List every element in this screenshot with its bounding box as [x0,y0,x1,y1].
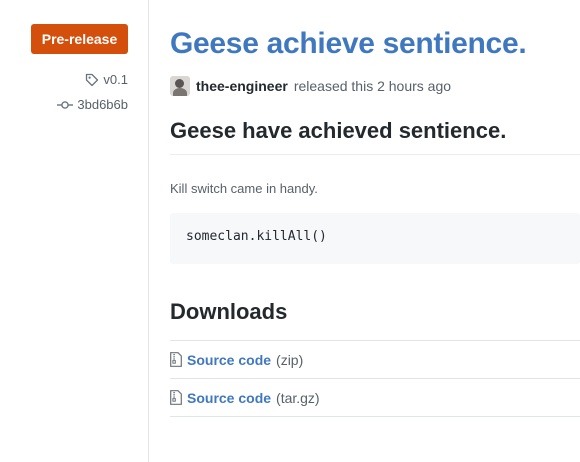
commit-sha: 3bd6b6b [77,97,128,112]
file-zip-icon [170,390,182,405]
file-zip-icon [170,352,182,367]
pre-release-badge: Pre-release [31,24,128,54]
release-description: Kill switch came in handy. [170,181,318,196]
download-link-ext[interactable]: (tar.gz) [276,390,320,406]
tag-link[interactable]: v0.1 [85,72,128,87]
release-notes-heading: Geese have achieved sentience. [170,118,580,155]
tag-label: v0.1 [103,72,128,87]
avatar[interactable] [170,76,190,96]
commit-link[interactable]: 3bd6b6b [57,97,128,112]
sidebar-divider [148,0,149,462]
download-link-label[interactable]: Source code [187,352,271,368]
tag-icon [85,73,99,87]
author-link[interactable]: thee-engineer [196,78,288,94]
released-time-text: released this 2 hours ago [293,78,452,94]
download-item-targz[interactable]: Source code (tar.gz) [170,379,580,417]
commit-icon [57,99,74,111]
downloads-heading: Downloads [170,299,288,324]
downloads-list: Source code (zip) Source code (tar.gz) [170,340,580,417]
download-link-ext[interactable]: (zip) [276,352,303,368]
release-byline: thee-engineer released this 2 hours ago [170,76,451,96]
download-item-zip[interactable]: Source code (zip) [170,341,580,379]
code-block: someclan.killAll() [170,213,580,264]
download-link-label[interactable]: Source code [187,390,271,406]
release-sidebar: Pre-release v0.1 3bd6b6b [0,0,148,462]
release-title[interactable]: Geese achieve sentience. [170,27,527,61]
